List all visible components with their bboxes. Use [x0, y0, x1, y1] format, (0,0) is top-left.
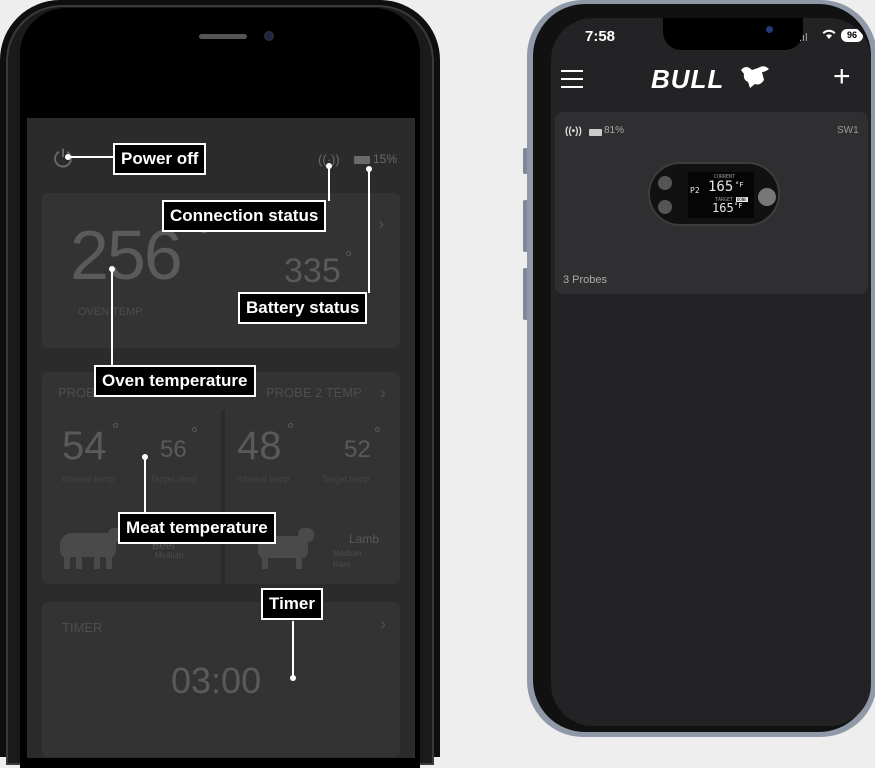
display-current-temp: 165: [708, 179, 734, 195]
probe1-degree: °: [112, 420, 120, 440]
oven-set-temp: 335: [284, 252, 341, 290]
display-unit: °F: [735, 181, 744, 189]
device-display: CURRENT P2 165 °F TARGET DONE 165 °F: [688, 172, 754, 218]
oven-set-degree: °: [345, 248, 353, 268]
probe1-doneness: Medium: [155, 551, 184, 560]
battery-icon: [354, 156, 370, 164]
probe1-target-degree: °: [191, 424, 199, 444]
right-phone-mockup: 7:58 .ıl 96 BULL + ((•)) 81% SW1 CURRENT…: [527, 0, 875, 737]
device-battery-percent: 81%: [604, 125, 625, 136]
right-phone-bezel: 7:58 .ıl 96 BULL + ((•)) 81% SW1 CURRENT…: [533, 4, 871, 732]
wifi-icon: [821, 27, 837, 43]
display-target-temp: 165: [712, 201, 734, 215]
probe2-target-label: Target temp: [322, 474, 370, 484]
chevron-right-icon[interactable]: ›: [378, 214, 384, 235]
connection-callout-line: [328, 166, 330, 201]
battery-indicator: 96: [841, 29, 863, 42]
probe2-header: PROBE 2 TEMP: [266, 385, 362, 400]
chevron-right-icon[interactable]: ›: [380, 614, 386, 635]
beef-icon-leg: [64, 555, 70, 569]
notch: [663, 18, 803, 50]
probe2-current-temp: 48: [237, 424, 282, 468]
device-button-left-bottom: [658, 200, 672, 214]
timer-label: TIMER: [62, 620, 103, 635]
power-off-callout: Power off: [113, 143, 207, 175]
display-probe-label: P2: [690, 186, 700, 195]
wifi-signal-icon: ((•)): [565, 126, 582, 137]
device-button-left-top: [658, 176, 672, 190]
power-callout-line: [68, 156, 113, 158]
probe-count: 3 Probes: [563, 274, 608, 286]
timer-callout: Timer: [261, 588, 323, 620]
probe1-current-temp: 54: [62, 424, 107, 468]
timer-callout-line: [292, 621, 294, 677]
device-id: SW1: [837, 125, 859, 136]
probe1-target-temp: 56: [160, 436, 187, 463]
bull-logo-text: BULL: [651, 64, 725, 94]
probe2-doneness: Medium Rare: [333, 548, 361, 570]
probe2-target-degree: °: [374, 424, 382, 444]
probe1-current-label: Internal temp: [62, 474, 115, 484]
probe2-target-temp: 52: [344, 436, 371, 463]
beef-icon-leg: [94, 555, 100, 569]
speaker-grill: [199, 34, 247, 39]
chevron-right-icon[interactable]: ›: [380, 383, 386, 404]
meat-temperature-callout: Meat temperature: [118, 512, 276, 544]
battery-callout-line: [368, 169, 370, 293]
connection-status-callout: Connection status: [162, 200, 327, 232]
beef-icon-leg: [106, 555, 112, 569]
probe2-doneness-line1: Medium: [333, 549, 362, 558]
cellular-signal-icon: .ıl: [799, 32, 808, 44]
hamburger-menu-icon[interactable]: [561, 70, 583, 88]
right-phone-screen: 7:58 .ıl 96 BULL + ((•)) 81% SW1 CURRENT…: [551, 18, 871, 726]
meat-callout-line: [144, 457, 146, 513]
add-device-icon[interactable]: +: [833, 62, 851, 92]
oven-callout-line: [111, 269, 113, 366]
probe1-target-label: Target temp: [150, 474, 198, 484]
battery-icon: [589, 129, 602, 136]
probe2-degree: °: [287, 420, 295, 440]
device-knob: [758, 188, 776, 206]
probes-divider: [221, 410, 225, 590]
battery-status-callout: Battery status: [238, 292, 368, 324]
timer-callout-dot: [290, 675, 296, 681]
power-icon[interactable]: ⏻: [46, 146, 80, 176]
beef-icon-leg: [76, 555, 82, 569]
probe2-current-label: Internal temp: [237, 474, 290, 484]
bull-logo-icon: [741, 66, 769, 88]
battery-percent: 15%: [373, 152, 398, 166]
display-target-unit: °F: [734, 202, 743, 210]
lamb-icon-leg: [296, 556, 302, 569]
lamb-icon-head: [298, 528, 314, 542]
probe2-doneness-line2: Rare: [333, 560, 351, 569]
front-camera: [264, 31, 274, 41]
status-time: 7:58: [585, 28, 616, 45]
oven-temperature-callout: Oven temperature: [94, 365, 256, 397]
thermometer-device-image: CURRENT P2 165 °F TARGET DONE 165 °F: [648, 162, 780, 226]
timer-value: 03:00: [171, 660, 262, 701]
device-card[interactable]: ((•)) 81% SW1 CURRENT P2 165 °F TARGET D…: [555, 112, 868, 294]
lamb-icon-leg: [262, 556, 268, 569]
probe2-meat: Lamb: [349, 532, 380, 546]
front-camera: [766, 26, 773, 33]
